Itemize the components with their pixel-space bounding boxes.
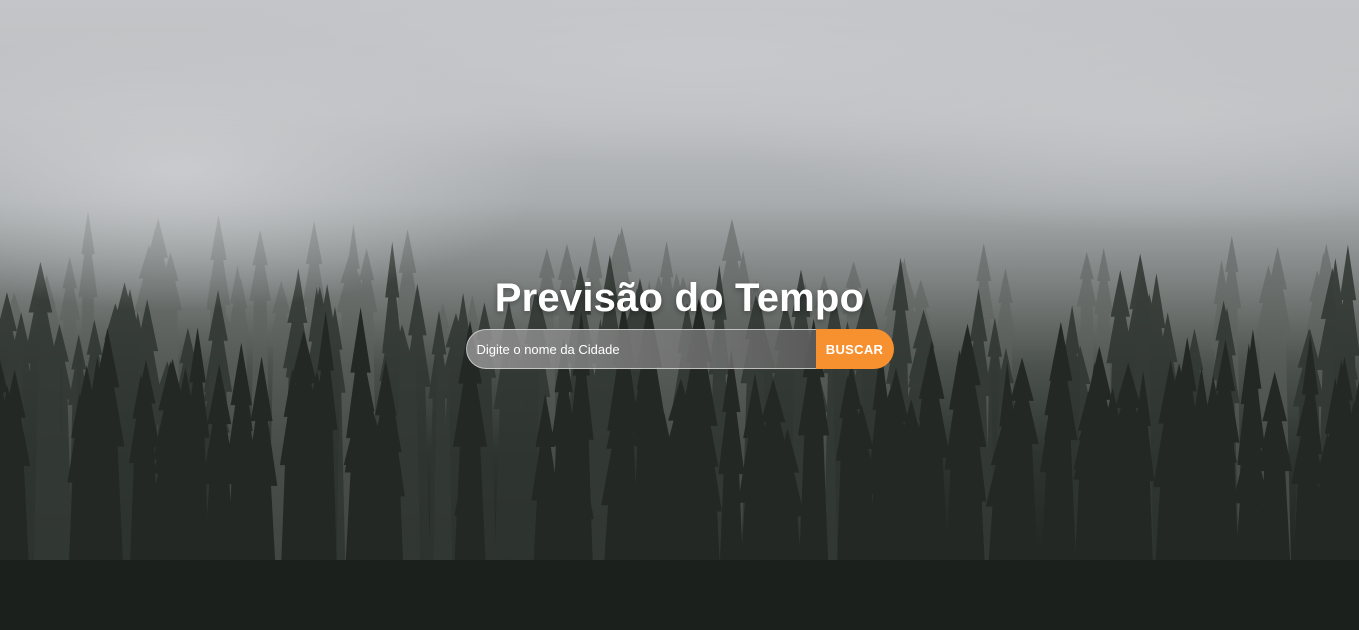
main-content: Previsão do Tempo BUSCAR <box>0 272 1359 369</box>
page-title: Previsão do Tempo <box>494 276 865 320</box>
city-search-input[interactable] <box>465 329 816 369</box>
search-form: BUSCAR <box>465 329 894 369</box>
search-button[interactable]: BUSCAR <box>815 329 894 369</box>
